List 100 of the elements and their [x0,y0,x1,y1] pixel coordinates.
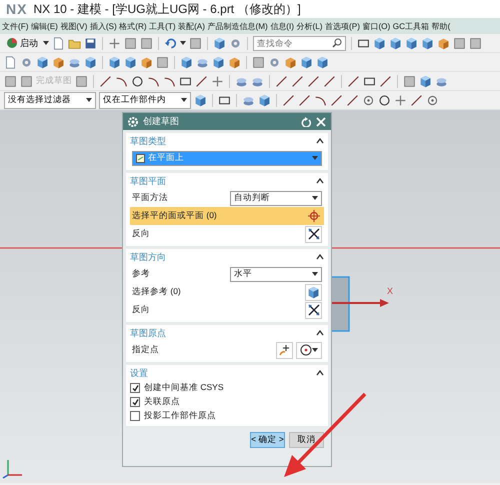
plus-icon[interactable] [108,36,121,50]
undo-icon[interactable] [164,36,177,50]
line-icon[interactable] [195,74,208,88]
menu-item[interactable]: 帮助( [432,20,450,32]
filter-dropdown[interactable]: 没有选择过滤器 [4,92,96,108]
menu-item[interactable]: 工具(T) [149,20,176,32]
section-title[interactable]: 设置 [130,366,148,380]
menu-item[interactable]: 视图(V) [60,20,88,32]
menu-item[interactable]: 格式(R) [119,20,147,32]
menu-item[interactable]: 编辑(E) [30,20,58,32]
line-icon[interactable] [379,74,392,88]
collapse-caret-icon[interactable] [316,370,324,376]
plus-icon[interactable] [394,94,407,106]
document-icon[interactable] [4,56,17,68]
section-title[interactable]: 草图方向 [130,250,166,264]
square-icon[interactable] [75,74,88,88]
cube-icon[interactable] [180,56,193,68]
circle-icon[interactable] [378,94,391,106]
box-icon[interactable] [52,56,65,68]
line-icon[interactable] [291,74,304,88]
settings-icon[interactable] [128,116,138,126]
line-icon[interactable] [275,74,288,88]
arc-icon[interactable] [314,94,327,106]
cube-icon[interactable] [212,56,225,68]
dialog-button[interactable]: 取消 [289,432,324,448]
cube-icon[interactable] [316,56,329,68]
line-icon[interactable] [410,94,423,106]
start-button[interactable]: 启动 [4,36,40,50]
square-icon[interactable] [252,56,265,68]
cube-icon[interactable] [108,56,121,68]
cube-icon[interactable] [36,56,49,68]
section-title[interactable]: 草图平面 [130,174,166,188]
ring-icon[interactable] [362,94,375,106]
cube-icon[interactable] [373,36,386,50]
checkbox[interactable] [130,383,140,393]
box-icon[interactable] [437,36,450,50]
point-type-button[interactable] [296,342,322,358]
cube-icon[interactable] [258,94,271,106]
arc-icon[interactable] [115,74,128,88]
icon-button[interactable] [305,302,322,318]
square-icon[interactable] [140,36,153,50]
arc-icon[interactable] [147,74,160,88]
square-icon[interactable] [403,74,416,88]
collapse-caret-icon[interactable] [316,254,324,260]
arc-icon[interactable] [163,74,176,88]
close-icon[interactable] [316,116,326,126]
menu-item[interactable]: 文件(F) [2,20,28,32]
cube-icon[interactable] [389,36,402,50]
cube-icon[interactable] [421,36,434,50]
selection-row[interactable]: 反向 [130,225,324,243]
cube-icon[interactable] [405,36,418,50]
reset-icon[interactable] [301,116,311,126]
cube-icon[interactable] [194,94,207,106]
search-field[interactable]: 查找命令 [253,36,346,50]
search-input[interactable]: 查找命令 [254,36,332,50]
dropdown[interactable]: 自动判断 [230,190,322,206]
square-icon[interactable] [124,36,137,50]
cube-icon[interactable] [300,56,313,68]
checkbox[interactable] [130,397,140,407]
selection-row[interactable]: 选择参考 (0) [130,283,324,301]
menu-item[interactable]: GC工具箱 [392,20,430,32]
dropdown[interactable]: 水平 [230,266,322,282]
square-icon[interactable] [4,74,17,88]
square-icon[interactable] [453,36,466,50]
line-icon[interactable] [323,74,336,88]
plus-icon[interactable] [211,74,224,88]
line-icon[interactable] [298,94,311,106]
circle-icon[interactable] [131,74,144,88]
line-icon[interactable] [99,74,112,88]
section-title[interactable]: 草图原点 [130,326,166,340]
box-icon[interactable] [140,56,153,68]
menu-item[interactable]: 首选项(P) [325,20,360,32]
menu-item[interactable]: 分析(L) [296,20,323,32]
line-icon[interactable] [347,74,360,88]
line-icon[interactable] [307,74,320,88]
menu-item[interactable]: 窗口(O) [362,20,390,32]
selection-row[interactable]: 反向 [130,301,324,319]
square-icon[interactable] [20,74,33,88]
menu-item[interactable]: 装配(A) [178,20,205,32]
menu-item[interactable]: 信息(I) [270,20,294,32]
dialog-button[interactable]: < 确定 > [250,432,285,448]
save-icon[interactable] [84,36,97,50]
ring-icon[interactable] [426,94,439,106]
section-title[interactable]: 草图类型 [130,134,166,148]
menu-item[interactable]: 产品制造信息(M) [208,20,268,32]
cube-icon[interactable] [419,74,432,88]
collapse-caret-icon[interactable] [316,178,324,184]
collapse-caret-icon[interactable] [316,138,324,144]
line-icon[interactable] [330,94,343,106]
square-icon[interactable] [189,36,202,50]
document-icon[interactable] [52,36,65,50]
menu-item[interactable]: 插入(S) [90,20,117,32]
line-icon[interactable] [282,94,295,106]
cube-icon[interactable] [213,36,226,50]
point-dialog-button[interactable] [276,342,293,358]
selection-row[interactable]: 选择平的面或平面 (0) [130,207,324,225]
square-icon[interactable] [156,56,169,68]
checkbox[interactable] [130,411,140,421]
collapse-caret-icon[interactable] [316,330,324,336]
cube-icon[interactable] [124,56,137,68]
